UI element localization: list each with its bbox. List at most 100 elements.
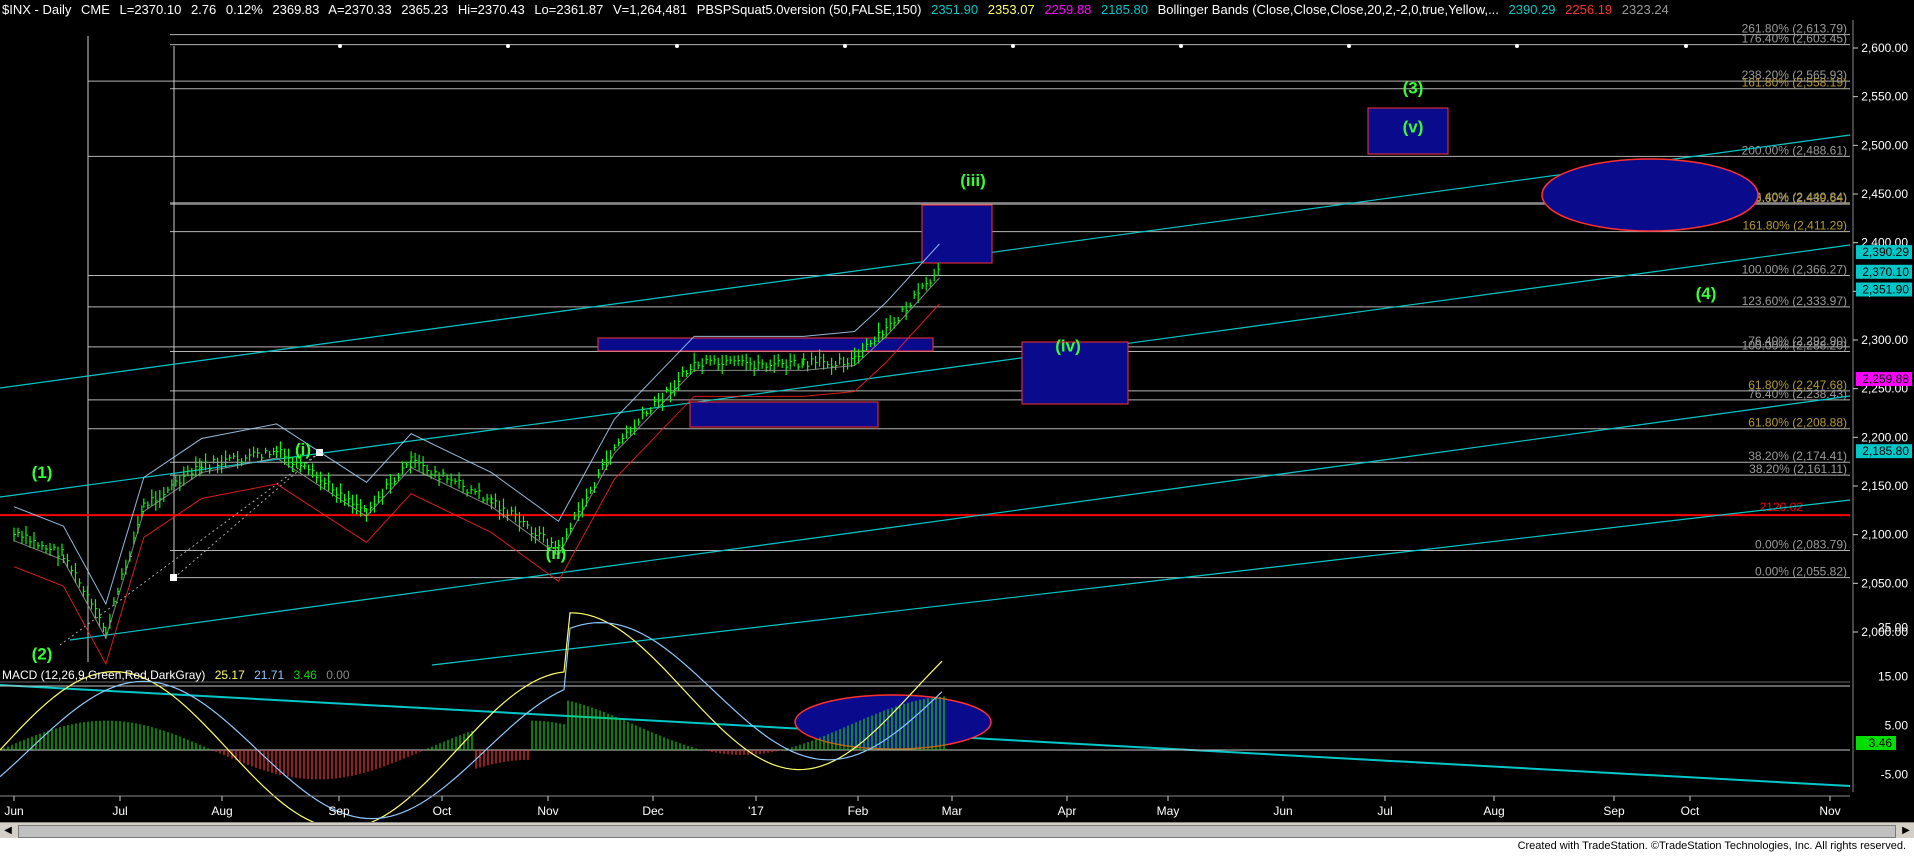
axis-tick-label: 2,100.00 <box>1861 528 1908 542</box>
axis-tick-label: 2,200.00 <box>1861 430 1908 444</box>
time-tick-label: Oct <box>433 804 452 818</box>
time-tick-label: '17 <box>748 804 764 818</box>
scroll-thumb[interactable] <box>18 825 1896 838</box>
fib-marker <box>675 44 679 48</box>
bid-value: 2369.83 <box>272 2 319 17</box>
exchange-label: CME <box>81 2 110 17</box>
fib-label: 100.00% (2,366.27) <box>1742 262 1847 276</box>
axis-tick-label: 2,450.00 <box>1861 187 1908 201</box>
axis-highlight-label: 2,390.29 <box>1862 245 1909 259</box>
wave-label: (ii) <box>546 544 567 563</box>
anchor-marker <box>170 574 177 581</box>
macd-tick-label: -5.00 <box>1881 768 1909 782</box>
target-box <box>921 204 993 264</box>
fib-label: 100.00% (2,288.20) <box>1742 338 1847 352</box>
axis-tick-label: 2,050.00 <box>1861 576 1908 590</box>
axis-tick-label: 2,500.00 <box>1861 138 1908 152</box>
time-tick-label: Jun <box>4 804 23 818</box>
scroll-right-icon[interactable]: ▶ <box>1899 824 1913 838</box>
target-ellipse <box>1541 158 1759 232</box>
fib-marker <box>338 44 342 48</box>
scroll-left-icon[interactable]: ◀ <box>1 824 15 838</box>
fib-label: 38.20% (2,161.11) <box>1749 462 1847 476</box>
fib-marker <box>843 44 847 48</box>
time-tick-label: Sep <box>1603 804 1625 818</box>
fib-label: 161.80% (2,558.19) <box>1742 76 1847 90</box>
axis-highlight-label: 2,351.90 <box>1862 282 1909 296</box>
indicator-label: PBSPSquat5.0version (50,FALSE,150) <box>697 2 922 17</box>
open-value: 2365.23 <box>401 2 448 17</box>
symbol-label: $INX - Daily <box>2 2 72 17</box>
footer: Created with TradeStation. ©TradeStation… <box>0 838 1914 856</box>
macd-tick-label: 25.00 <box>1878 621 1908 635</box>
target-box <box>689 401 879 428</box>
red-level-label: 2120.02 <box>1760 500 1804 514</box>
change-value: 2.76 <box>191 2 216 17</box>
time-tick-label: Aug <box>211 804 232 818</box>
high-value: Hi=2370.43 <box>458 2 525 17</box>
low-value: Lo=2361.87 <box>534 2 603 17</box>
fib-label: 0.00% (2,083.79) <box>1755 537 1847 551</box>
macd-value-4: 0.00 <box>326 668 350 682</box>
axis-tick-label: 2,600.00 <box>1861 41 1908 55</box>
wave-label: (v) <box>1403 118 1424 137</box>
fib-marker <box>1515 44 1519 48</box>
time-tick-label: Sep <box>328 804 350 818</box>
ask-value: A=2370.33 <box>328 2 391 17</box>
header-line: $INX - Daily CME L=2370.10 2.76 0.12% 23… <box>2 2 1669 17</box>
macd-tick-label: 15.00 <box>1878 670 1908 684</box>
time-tick-label: May <box>1157 804 1180 818</box>
axis-tick-label: 2,300.00 <box>1861 333 1908 347</box>
bollinger-value-2: 2256.19 <box>1565 2 1612 17</box>
fib-label: 61.80% (2,208.88) <box>1748 416 1847 430</box>
axis-highlight-label: 2,259.88 <box>1862 372 1909 386</box>
fib-marker <box>1347 44 1351 48</box>
wave-label: (1) <box>32 463 53 482</box>
fib-label: 200.00% (2,488.61) <box>1742 143 1847 157</box>
bollinger-label: Bollinger Bands (Close,Close,Close,20,2,… <box>1158 2 1499 17</box>
fib-label: 38.20% (2,174.41) <box>1748 449 1847 463</box>
time-tick-label: Aug <box>1483 804 1504 818</box>
wave-label: (iii) <box>960 171 986 190</box>
indicator-value-2: 2353.07 <box>988 2 1035 17</box>
last-price: L=2370.10 <box>120 2 182 17</box>
wave-label: (iv) <box>1055 337 1081 356</box>
time-tick-label: Jun <box>1273 804 1292 818</box>
time-tick-label: Dec <box>642 804 663 818</box>
macd-header: MACD (12,26,9,Green,Red,DarkGray) 25.17 … <box>2 668 350 682</box>
fib-label: 0.00% (2,055.82) <box>1755 565 1847 579</box>
axis-tick-label: 2,550.00 <box>1861 90 1908 104</box>
wave-label: (i) <box>295 440 311 459</box>
macd-value-2: 21.71 <box>254 668 284 682</box>
change-pct: 0.12% <box>226 2 263 17</box>
indicator-value-1: 2351.90 <box>931 2 978 17</box>
time-tick-label: Jul <box>1377 804 1392 818</box>
horizontal-scrollbar[interactable]: ◀ ▶ <box>0 822 1914 839</box>
time-tick-label: Jul <box>112 804 127 818</box>
volume-value: V=1,264,481 <box>613 2 687 17</box>
bollinger-value-3: 2323.24 <box>1622 2 1669 17</box>
wave-label: (3) <box>1403 79 1424 98</box>
fib-label: 176.40% (2,603.45) <box>1742 32 1847 46</box>
macd-value-3: 3.46 <box>294 668 318 682</box>
wave-label: (2) <box>32 644 53 663</box>
indicator-value-3: 2259.88 <box>1044 2 1091 17</box>
time-tick-label: Mar <box>942 804 963 818</box>
indicator-value-4: 2185.80 <box>1101 2 1148 17</box>
time-tick-label: Oct <box>1681 804 1700 818</box>
axis-highlight-label: 2,185.80 <box>1862 444 1909 458</box>
fib-marker <box>1011 44 1015 48</box>
credit-text: Created with TradeStation. ©TradeStation… <box>1517 840 1906 852</box>
macd-current-label: 3.46 <box>1869 736 1893 750</box>
macd-value-1: 25.17 <box>215 668 245 682</box>
wave-label: (4) <box>1696 284 1717 303</box>
fib-marker <box>506 44 510 48</box>
time-tick-label: Nov <box>1819 804 1840 818</box>
price-chart[interactable]: 261.80% (2,613.79)176.40% (2,603.45)238.… <box>0 0 1914 822</box>
axis-highlight-label: 2,370.10 <box>1862 265 1909 279</box>
macd-label: MACD (12,26,9,Green,Red,DarkGray) <box>2 668 205 682</box>
fib-marker <box>1684 44 1688 48</box>
fib-marker <box>1179 44 1183 48</box>
time-tick-label: Feb <box>848 804 869 818</box>
axis-tick-label: 2,150.00 <box>1861 479 1908 493</box>
